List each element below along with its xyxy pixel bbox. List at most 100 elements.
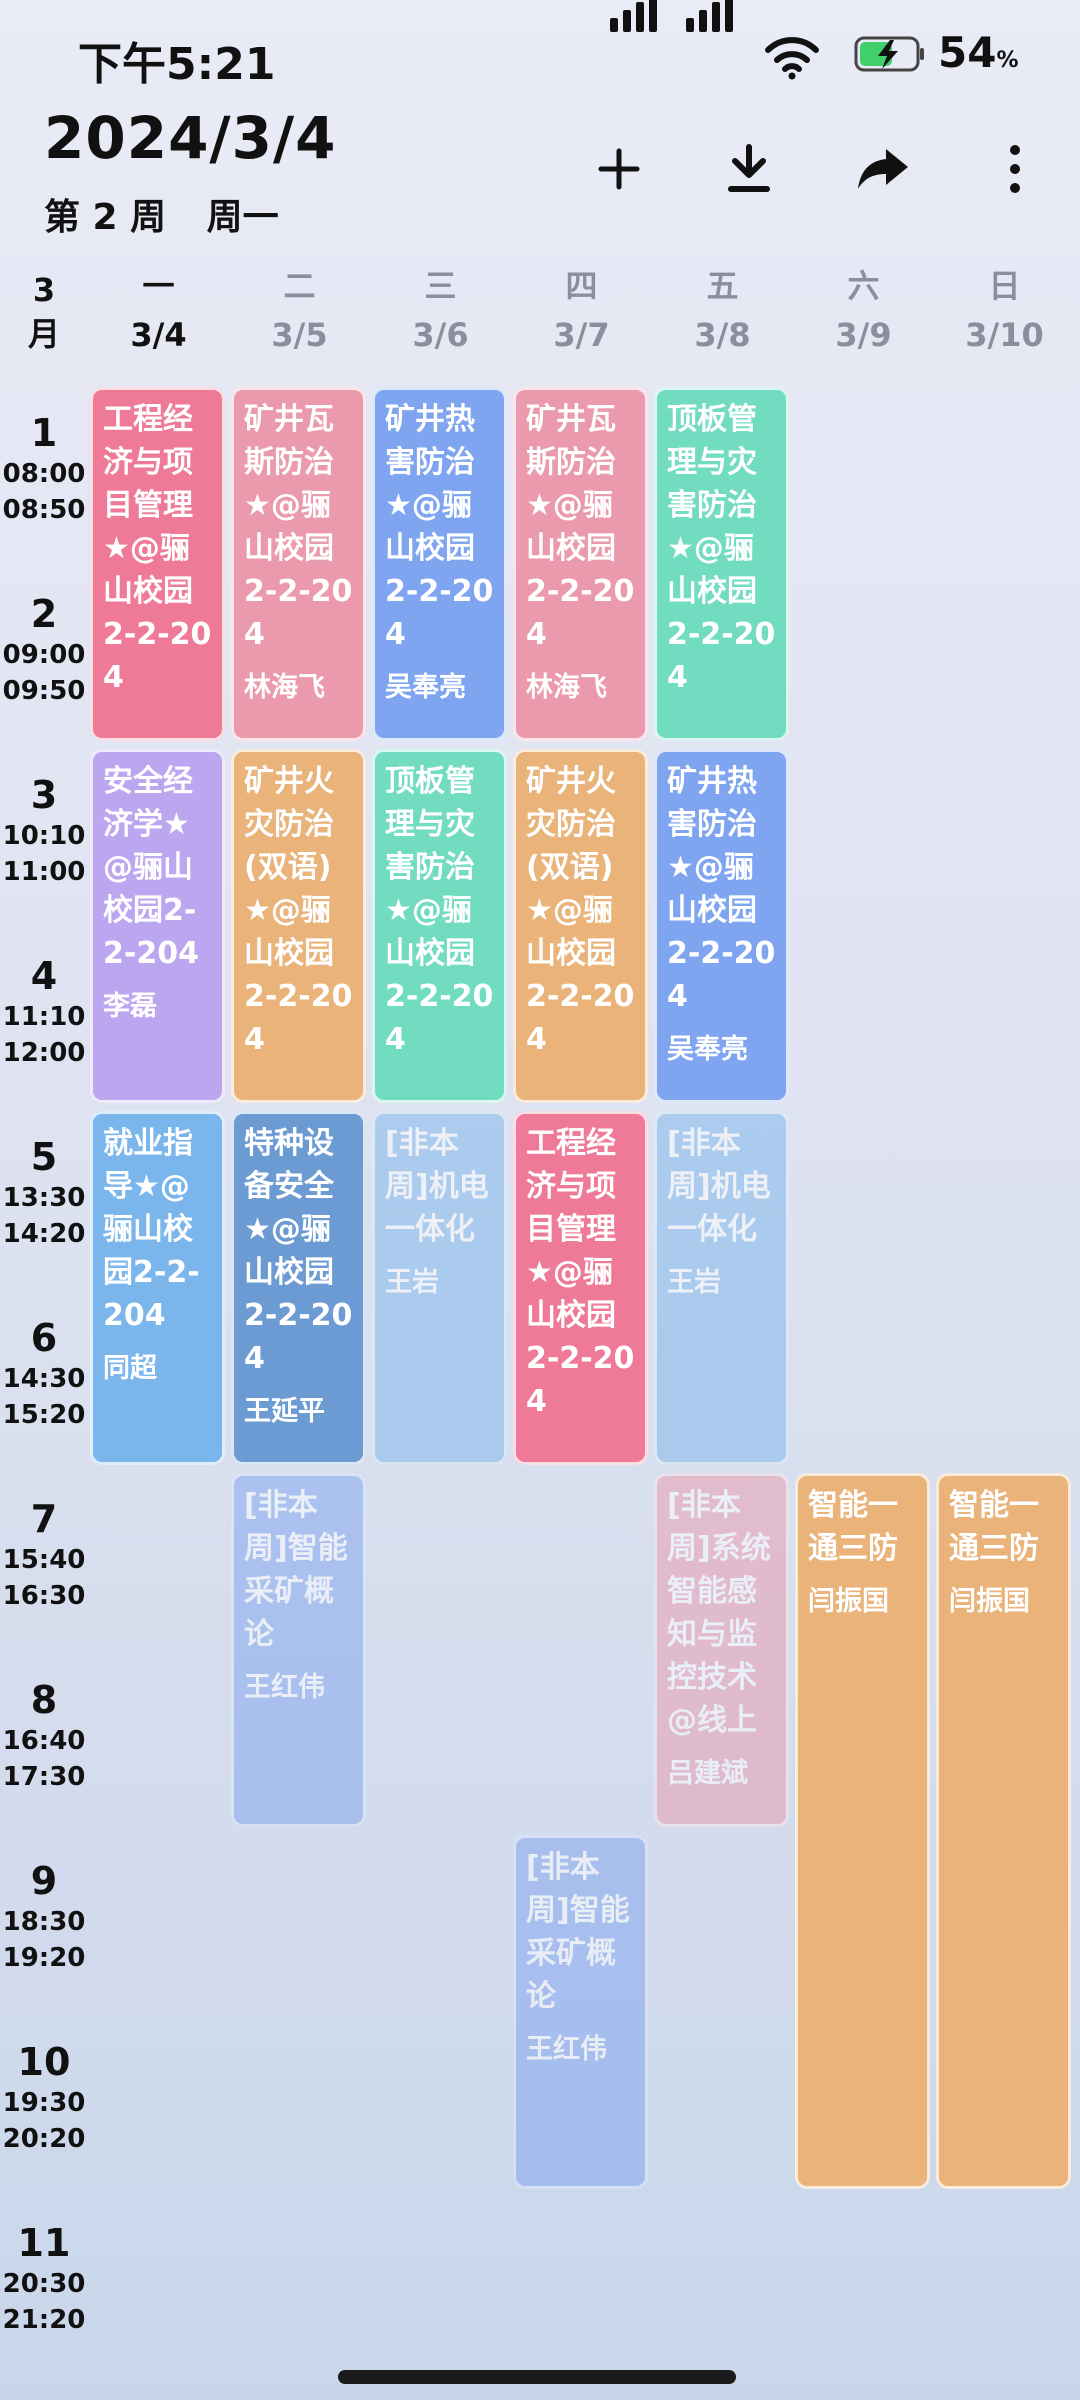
period-start: 15:40 [2, 1545, 86, 1575]
course-teacher: 林海飞 [526, 672, 607, 703]
add-button[interactable] [584, 134, 654, 204]
period-start: 20:30 [2, 2269, 86, 2299]
course-title: 工程经济与项目管理★@骊山校园2-2-204 [103, 402, 212, 695]
period-end: 19:20 [2, 1943, 86, 1973]
day-header-2[interactable]: 三 3/6 [370, 262, 511, 360]
course-card[interactable]: 矿井火灾防治(双语)★@骊山校园2-2-204 [513, 749, 648, 1103]
course-teacher: 林海飞 [244, 672, 325, 703]
day-header-5[interactable]: 六 3/9 [793, 262, 934, 360]
course-card[interactable]: [非本周]智能采矿概论 王红伟 [513, 1835, 648, 2189]
course-title: 智能一通三防 [949, 1488, 1039, 1566]
course-card[interactable]: 特种设备安全★@骊山校园2-2-204 王延平 [231, 1111, 366, 1465]
week-info: 第 2 周 周一 [44, 188, 307, 240]
course-card[interactable]: 矿井瓦斯防治★@骊山校园2-2-204 林海飞 [231, 387, 366, 741]
course-card[interactable]: 顶板管理与灾害防治★@骊山校园2-2-204 [654, 387, 789, 741]
more-button[interactable] [980, 134, 1050, 204]
course-card[interactable]: 矿井热害防治★@骊山校园2-2-204 吴奉亮 [372, 387, 507, 741]
period-start: 19:30 [2, 2088, 86, 2118]
weekday-name: 一 [142, 267, 175, 305]
period-start: 13:30 [2, 1183, 86, 1213]
course-card[interactable]: 矿井热害防治★@骊山校园2-2-204 吴奉亮 [654, 749, 789, 1103]
course-card[interactable]: 安全经济学★@骊山校园2-2-204 李磊 [90, 749, 225, 1103]
period-end: 15:20 [2, 1400, 86, 1430]
period-8: 8 16:40 17:30 [0, 1677, 88, 1795]
weekday-name: 三 [424, 267, 457, 305]
period-start: 16:40 [2, 1726, 86, 1756]
current-date: 2024/3/4 [44, 104, 337, 172]
plus-icon [598, 148, 640, 190]
course-title: 智能一通三防 [808, 1488, 898, 1566]
course-title: 矿井热害防治★@骊山校园2-2-204 [385, 402, 494, 652]
period-start: 18:30 [2, 1907, 86, 1937]
day-date: 3/6 [412, 316, 469, 354]
period-number: 9 [30, 1859, 58, 1903]
period-3: 3 10:10 11:00 [0, 772, 88, 890]
month-suffix: 月 [27, 315, 60, 353]
day-date: 3/4 [130, 316, 187, 354]
course-card[interactable]: 矿井瓦斯防治★@骊山校园2-2-204 林海飞 [513, 387, 648, 741]
day-header-6[interactable]: 日 3/10 [934, 262, 1075, 360]
period-number: 5 [30, 1135, 58, 1179]
course-card[interactable]: 顶板管理与灾害防治★@骊山校园2-2-204 [372, 749, 507, 1103]
period-end: 09:50 [2, 676, 86, 706]
battery-percent: 54% [938, 28, 1019, 77]
day-header-1[interactable]: 二 3/5 [229, 262, 370, 360]
download-button[interactable] [714, 134, 784, 204]
battery-charging-icon [854, 36, 924, 72]
share-button[interactable] [848, 134, 918, 204]
course-teacher: 吕建斌 [667, 1758, 748, 1789]
course-card[interactable]: 智能一通三防 闫振国 [795, 1473, 930, 2189]
period-4: 4 11:10 12:00 [0, 953, 88, 1071]
period-number: 6 [30, 1316, 58, 1360]
day-header-3[interactable]: 四 3/7 [511, 262, 652, 360]
period-number: 2 [30, 592, 58, 636]
period-1: 1 08:00 08:50 [0, 410, 88, 528]
course-card[interactable]: 工程经济与项目管理★@骊山校园2-2-204 [90, 387, 225, 741]
period-number: 7 [30, 1497, 58, 1541]
course-teacher: 王延平 [244, 1396, 325, 1427]
period-number: 3 [30, 773, 58, 817]
course-card[interactable]: 智能一通三防 闫振国 [936, 1473, 1071, 2189]
course-card[interactable]: [非本周]系统智能感知与监控技术@线上 吕建斌 [654, 1473, 789, 1827]
period-start: 08:00 [2, 459, 86, 489]
period-end: 20:20 [2, 2124, 86, 2154]
course-card[interactable]: 工程经济与项目管理★@骊山校园2-2-204 [513, 1111, 648, 1465]
period-start: 10:10 [2, 821, 86, 851]
status-time: 下午5:21 [78, 39, 276, 90]
period-number: 4 [30, 954, 58, 998]
course-card[interactable]: 矿井火灾防治(双语)★@骊山校园2-2-204 [231, 749, 366, 1103]
course-title: [非本周]机电一体化 [385, 1126, 489, 1247]
course-title: [非本周]智能采矿概论 [244, 1488, 348, 1652]
course-card[interactable]: [非本周]机电一体化 王岩 [654, 1111, 789, 1465]
course-title: 矿井热害防治★@骊山校园2-2-204 [667, 764, 776, 1014]
period-end: 12:00 [2, 1038, 86, 1068]
period-number: 10 [17, 2040, 71, 2084]
course-title: 矿井火灾防治(双语)★@骊山校园2-2-204 [244, 764, 353, 1057]
period-2: 2 09:00 09:50 [0, 591, 88, 709]
period-end: 08:50 [2, 495, 86, 525]
course-title: 顶板管理与灾害防治★@骊山校园2-2-204 [385, 764, 494, 1057]
course-teacher: 同超 [103, 1353, 157, 1384]
course-teacher: 王岩 [385, 1267, 439, 1298]
course-card[interactable]: [非本周]智能采矿概论 王红伟 [231, 1473, 366, 1827]
weekday-name: 六 [847, 267, 880, 305]
period-7: 7 15:40 16:30 [0, 1496, 88, 1614]
course-teacher: 李磊 [103, 991, 157, 1022]
course-teacher: 吴奉亮 [667, 1034, 748, 1065]
home-indicator [338, 2370, 736, 2384]
day-date: 3/10 [965, 316, 1044, 354]
course-title: 矿井瓦斯防治★@骊山校园2-2-204 [244, 402, 353, 652]
period-start: 09:00 [2, 640, 86, 670]
day-header-0[interactable]: 一 3/4 [88, 262, 229, 360]
course-teacher: 王岩 [667, 1267, 721, 1298]
course-title: 顶板管理与灾害防治★@骊山校园2-2-204 [667, 402, 776, 695]
share-arrow-icon [858, 149, 908, 189]
day-header-4[interactable]: 五 3/8 [652, 262, 793, 360]
course-card[interactable]: [非本周]机电一体化王岩 [372, 1111, 507, 1465]
week-number: 第 2 周 [44, 197, 167, 238]
course-card[interactable]: 就业指导★@骊山校园2-2-204 同超 [90, 1111, 225, 1465]
weekday-label: 周一 [206, 197, 279, 238]
course-teacher: 王红伟 [526, 2034, 607, 2065]
download-icon [728, 144, 770, 192]
course-title: 安全经济学★@骊山校园2-2-204 [103, 764, 199, 971]
